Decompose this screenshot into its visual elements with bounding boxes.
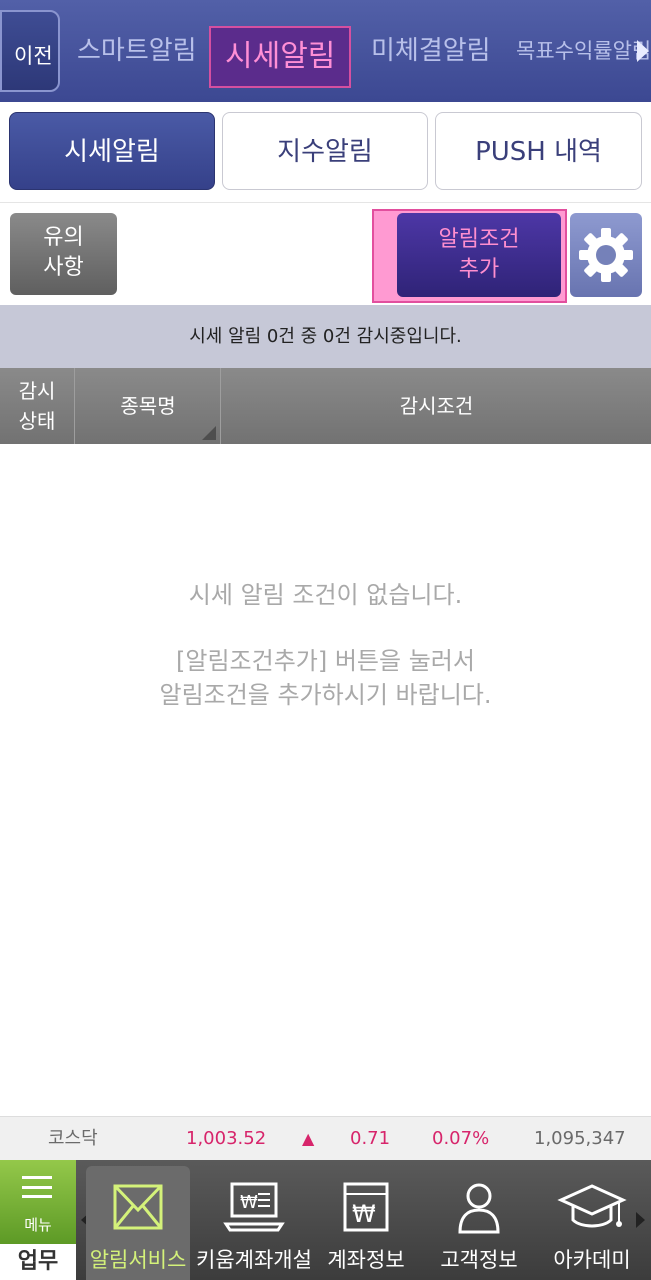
- nav-customer-info[interactable]: 고객정보: [430, 1166, 528, 1280]
- ticker-index-name: 코스닥: [48, 1128, 98, 1149]
- tab-price-alert[interactable]: 시세알림: [209, 26, 352, 88]
- menu-button-label: 메뉴: [24, 1216, 52, 1234]
- nav-account-info[interactable]: ₩ 계좌정보: [318, 1166, 414, 1280]
- document-won-icon: ₩: [343, 1182, 389, 1232]
- back-button-label: 이전: [14, 44, 53, 68]
- subtab-price-alert[interactable]: 시세알림: [9, 112, 215, 190]
- add-condition-line1: 알림조건: [438, 227, 520, 252]
- column-status-line2: 상태: [18, 409, 56, 433]
- notice-button-line1: 유의: [43, 225, 84, 250]
- tab-unfilled-alert[interactable]: 미체결알림: [371, 0, 491, 102]
- nav-open-account[interactable]: ₩ 키움계좌개설: [196, 1166, 312, 1280]
- app-root: 이전 스마트알림 시세알림 미체결알림 목표수익률알림 시세알림 지수알림 PU…: [0, 0, 651, 1280]
- add-condition-button[interactable]: 알림조건 추가: [397, 213, 561, 297]
- tab-target-return-alert[interactable]: 목표수익률알림: [516, 0, 651, 102]
- empty-line1: 시세 알림 조건이 없습니다.: [188, 581, 463, 609]
- notice-button-line2: 사항: [43, 255, 84, 280]
- nav-scroll-right-icon[interactable]: [636, 1212, 645, 1228]
- empty-state: 시세 알림 조건이 없습니다. [알림조건추가] 버튼을 눌러서 알림조건을 추…: [0, 578, 651, 712]
- top-nav-bar: 이전 스마트알림 시세알림 미체결알림 목표수익률알림: [0, 0, 651, 102]
- action-toolbar: 유의 사항 알림조건 추가: [0, 202, 651, 305]
- ticker-index-value: 1,003.52: [186, 1128, 267, 1149]
- svg-text:₩: ₩: [352, 1200, 376, 1228]
- ticker-volume: 1,095,347: [534, 1128, 626, 1149]
- graduation-cap-icon: [557, 1184, 627, 1228]
- column-stock-name-label: 종목명: [120, 394, 176, 418]
- empty-line3: 알림조건을 추가하시기 바랍니다.: [159, 681, 492, 709]
- gear-icon: [579, 228, 633, 282]
- tab-scroll-right-icon[interactable]: [637, 40, 649, 62]
- back-button[interactable]: 이전: [0, 10, 60, 92]
- ticker-percent: 0.07%: [432, 1128, 490, 1149]
- subtab-push-history[interactable]: PUSH 내역: [435, 112, 642, 190]
- column-header-stock-name[interactable]: 종목명: [76, 368, 221, 444]
- index-ticker[interactable]: 코스닥 1,003.52 ▲ 0.71 0.07% 1,095,347: [0, 1116, 651, 1160]
- hamburger-icon: [22, 1176, 52, 1198]
- subtab-index-alert[interactable]: 지수알림: [222, 112, 428, 190]
- nav-academy[interactable]: 아카데미: [544, 1166, 640, 1280]
- sort-corner-icon: [202, 426, 216, 440]
- nav-academy-label: 아카데미: [553, 1248, 631, 1272]
- person-icon: [458, 1183, 500, 1234]
- monitoring-status: 시세 알림 0건 중 0건 감시중입니다.: [0, 305, 651, 368]
- notice-button[interactable]: 유의 사항: [10, 213, 117, 295]
- empty-line2: [알림조건추가] 버튼을 눌러서: [176, 647, 475, 675]
- nav-open-account-label: 키움계좌개설: [196, 1248, 312, 1272]
- nav-customer-info-label: 고객정보: [440, 1248, 518, 1272]
- bottom-nav-bar: 메뉴 업무 알림서비스 ₩ 키움계좌개설 ₩ 계좌정보 고객정보 아카데미: [0, 1160, 651, 1280]
- table-header: 감시 상태 종목명 감시조건: [0, 368, 651, 444]
- envelope-icon: [113, 1184, 163, 1230]
- column-header-status: 감시 상태: [0, 368, 75, 444]
- svg-text:₩: ₩: [240, 1192, 258, 1213]
- tab-smart-alert[interactable]: 스마트알림: [77, 0, 197, 102]
- work-button[interactable]: 업무: [0, 1244, 76, 1280]
- ticker-change: 0.71: [350, 1128, 391, 1149]
- laptop-won-icon: ₩: [223, 1182, 285, 1232]
- sub-tab-bar: 시세알림 지수알림 PUSH 내역: [0, 102, 651, 202]
- nav-alert-service-label: 알림서비스: [89, 1248, 187, 1272]
- ticker-up-arrow-icon: ▲: [302, 1129, 315, 1148]
- add-condition-line2: 추가: [458, 257, 500, 282]
- menu-button[interactable]: 메뉴: [0, 1160, 76, 1244]
- column-header-condition: 감시조건: [399, 394, 474, 418]
- column-status-line1: 감시: [18, 379, 56, 403]
- nav-alert-service[interactable]: 알림서비스: [86, 1166, 190, 1280]
- settings-button[interactable]: [570, 213, 642, 297]
- nav-account-info-label: 계좌정보: [327, 1248, 405, 1272]
